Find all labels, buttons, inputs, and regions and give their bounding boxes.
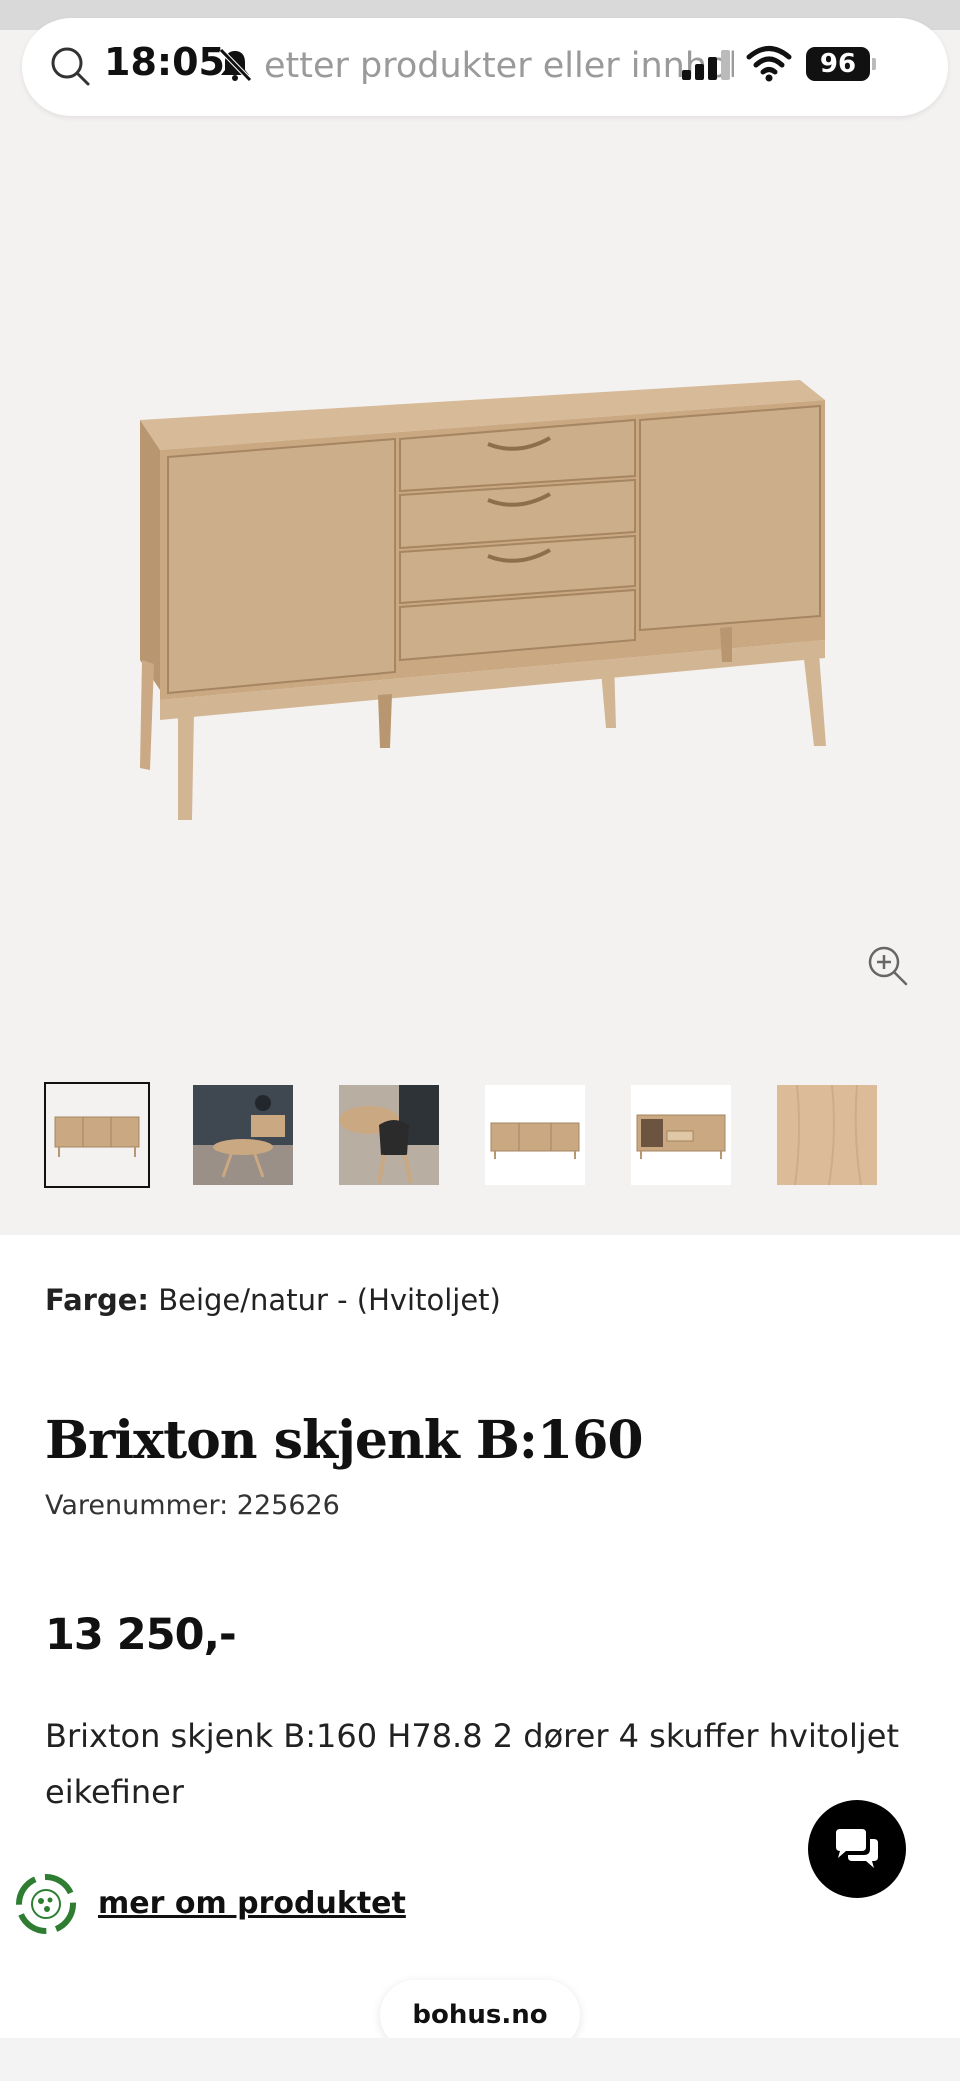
thumbnail-strip bbox=[44, 1082, 904, 1190]
color-label: Farge: bbox=[45, 1283, 150, 1317]
thumb-wood-swatch-image bbox=[777, 1085, 877, 1185]
more-about-product-link[interactable]: mer om produktet bbox=[98, 1886, 406, 1921]
search-icon[interactable] bbox=[48, 44, 92, 88]
wifi-icon bbox=[746, 46, 792, 82]
thumb-sideboard-small-image bbox=[485, 1085, 585, 1185]
thumb-sideboard-front-small[interactable] bbox=[482, 1082, 588, 1188]
chat-button[interactable] bbox=[808, 1800, 906, 1898]
thumb-wood-swatch[interactable] bbox=[774, 1082, 880, 1188]
status-time: 18:05 bbox=[104, 40, 225, 84]
zoom-in-icon[interactable] bbox=[866, 944, 910, 988]
thumb-sideboard-open-image bbox=[631, 1085, 731, 1185]
thumb-dining-room[interactable] bbox=[190, 1082, 296, 1188]
bell-muted-icon bbox=[219, 48, 252, 82]
color-info: Farge: Beige/natur - (Hvitoljet) bbox=[45, 1283, 501, 1317]
eco-recycle-icon bbox=[16, 1874, 76, 1934]
chat-bubbles-icon bbox=[836, 1829, 878, 1868]
product-title: Brixton skjenk B:160 bbox=[45, 1410, 644, 1471]
product-main-image[interactable] bbox=[120, 360, 840, 840]
battery-indicator: 96 bbox=[806, 47, 870, 81]
color-value: Beige/natur - (Hvitoljet) bbox=[158, 1283, 501, 1317]
thumb-dining-room-image bbox=[193, 1085, 293, 1185]
bottom-band bbox=[0, 2038, 960, 2081]
battery-cap bbox=[872, 58, 876, 70]
product-description: Brixton skjenk B:160 H78.8 2 dører 4 sku… bbox=[45, 1717, 899, 1811]
product-price: 13 250,- bbox=[45, 1610, 237, 1660]
thumb-sideboard-front-image bbox=[47, 1085, 147, 1185]
thumb-chairs[interactable] bbox=[336, 1082, 442, 1188]
product-sku: Varenummer: 225626 bbox=[45, 1490, 340, 1521]
signal-icon bbox=[682, 50, 730, 80]
search-placeholder[interactable]: etter produkter eller innhold bbox=[264, 46, 734, 86]
thumb-sideboard-open[interactable] bbox=[628, 1082, 734, 1188]
thumb-sideboard-front[interactable] bbox=[44, 1082, 150, 1188]
thumb-chairs-image bbox=[339, 1085, 439, 1185]
